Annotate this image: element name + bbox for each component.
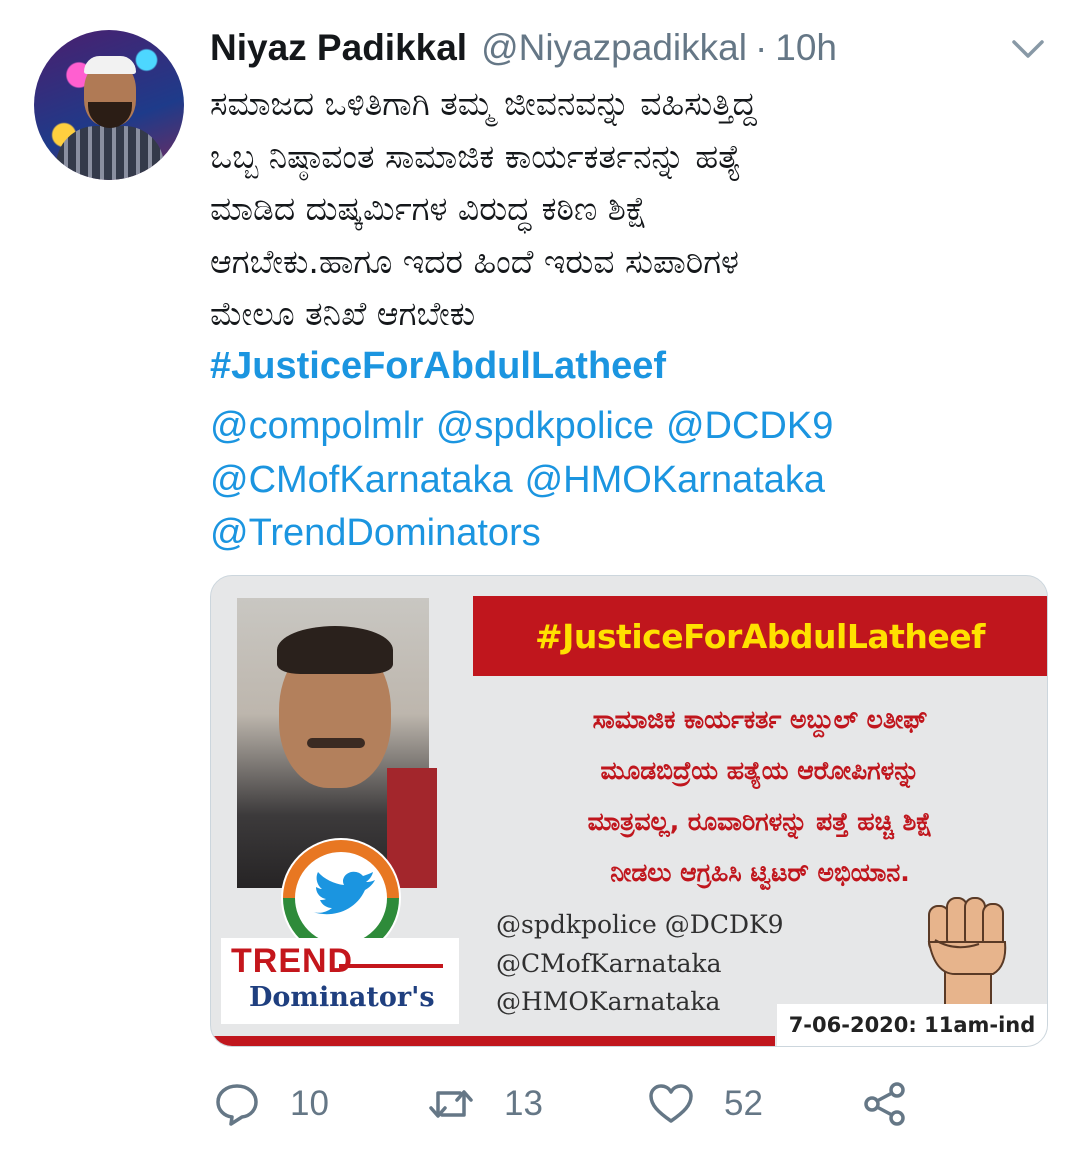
- tweet-line: ಮೇಲೂ ತನಿಖೆ ಆಗಬೇಕು: [210, 294, 476, 333]
- separator-dot: ·: [754, 27, 768, 68]
- poster-line: ಮಾತ್ರವಲ್ಲ, ರೂವಾರಿಗಳನ್ನು ಪತ್ತೆ ಹಚ್ಚಿ ಶಿಕ್…: [587, 807, 933, 836]
- poster-line: ಸಾಮಾಜಿಕ ಕಾರ್ಯಕರ್ತ ಅಬ್ದುಲ್ ಲತೀಫ್: [592, 705, 928, 734]
- retweet-count: 13: [504, 1084, 543, 1123]
- tweet-actions: 10 13 52: [210, 1076, 1050, 1132]
- like-icon: [649, 1084, 693, 1123]
- poster-line: ಮೂಡಬಿದ್ರೆಯ ಹತ್ಯೆಯ ಆರೋಪಿಗಳನ್ನು: [600, 756, 920, 785]
- trend-logo-sub: Dominator's: [249, 982, 435, 1013]
- avatar-shirt: [56, 126, 164, 180]
- reply-icon: [216, 1084, 258, 1126]
- mentions: @compolmlr @spdkpolice @DCDK9 @CMofKarnata…: [210, 400, 1050, 561]
- banner: #JusticeForAbdulLatheef: [473, 596, 1047, 676]
- mention-link[interactable]: @compolmlr: [210, 405, 424, 447]
- tweet-line: ಆಗಬೇಕು.ಹಾಗೂ ಇದರ ಹಿಂದೆ ಇರುವ ಸುಪಾರಿಗಳ: [210, 241, 739, 281]
- avatar-cap: [84, 56, 136, 74]
- mention-link[interactable]: @CMofKarnataka: [210, 459, 513, 501]
- avatar[interactable]: [34, 30, 184, 180]
- tweet-header: Niyaz Padikkal @Niyazpadikkal · 10h: [210, 26, 1060, 70]
- hashtag-link[interactable]: #JusticeForAbdulLatheef: [210, 345, 666, 388]
- author-handle[interactable]: @Niyazpadikkal: [481, 27, 747, 69]
- trend-logo: TREND Dominator's: [221, 938, 459, 1024]
- chevron-down-icon[interactable]: [1006, 32, 1050, 68]
- poster-text: ಸಾಮಾಜಿಕ ಕಾರ್ಯಕರ್ತ ಅಬ್ದುಲ್ ಲತೀಫ್ ಮೂಡಬಿದ್ರ…: [473, 694, 1047, 898]
- poster-handle: @CMofKarnataka: [496, 948, 722, 978]
- share-button[interactable]: [862, 1076, 908, 1132]
- tweet-time[interactable]: 10h: [775, 27, 837, 69]
- like-count: 52: [724, 1084, 763, 1123]
- retweet-icon: [429, 1090, 473, 1118]
- mention-link[interactable]: @DCDK9: [666, 405, 833, 447]
- photo-hair: [277, 626, 393, 674]
- tweet-line: ಸಮಾಜದ ಒಳಿತಿಗಾಗಿ ತಮ್ಮ ಜೀವನವನ್ನು ವಹಿಸುತ್ತಿ…: [210, 84, 757, 123]
- banner-hashtag: #JusticeForAbdulLatheef: [534, 616, 986, 656]
- poster-date: 7-06-2020: 11am-ind: [777, 1004, 1047, 1046]
- tweet-text: ಸಮಾಜದ ಒಳಿತಿಗಾಗಿ ತಮ್ಮ ಜೀವನವನ್ನು ವಹಿಸುತ್ತಿ…: [210, 78, 1050, 341]
- retweet-button[interactable]: 13: [428, 1076, 543, 1132]
- poster-handle: @spdkpolice @DCDK9: [496, 910, 784, 939]
- poster-handle: @HMOKarnataka: [496, 987, 721, 1016]
- trend-logo-line: [339, 964, 443, 968]
- trend-logo-word: TREND: [231, 942, 354, 980]
- mention-link[interactable]: @spdkpolice: [436, 405, 654, 447]
- mention-link[interactable]: @TrendDominators: [210, 512, 541, 554]
- mention-link[interactable]: @HMOKarnataka: [525, 459, 825, 501]
- tweet-line: ಮಾಡಿದ ದುಷ್ಕರ್ಮಿಗಳ ವಿರುದ್ಧ ಕಠಿಣ ಶಿಕ್ಷೆ: [210, 189, 648, 228]
- like-button[interactable]: 52: [648, 1076, 763, 1132]
- reply-button[interactable]: 10: [214, 1076, 329, 1132]
- photo-moustache: [307, 738, 365, 748]
- avatar-beard: [88, 102, 132, 128]
- author-name[interactable]: Niyaz Padikkal: [210, 27, 467, 69]
- bottom-red-strip: [211, 1036, 775, 1046]
- reply-count: 10: [290, 1084, 329, 1123]
- fist-icon: [927, 897, 1007, 1012]
- media-image[interactable]: TREND Dominator's #JusticeForAbdulLathee…: [210, 575, 1048, 1047]
- poster-handles: @spdkpolice @DCDK9 @CMofKarnataka @HMOKa…: [496, 906, 784, 1022]
- tweet-line: ಒಬ್ಬ ನಿಷ್ಠಾವಂತ ಸಾಮಾಜಿಕ ಕಾರ್ಯಕರ್ತನನ್ನು ಹತ…: [210, 136, 742, 176]
- share-icon: [864, 1082, 905, 1126]
